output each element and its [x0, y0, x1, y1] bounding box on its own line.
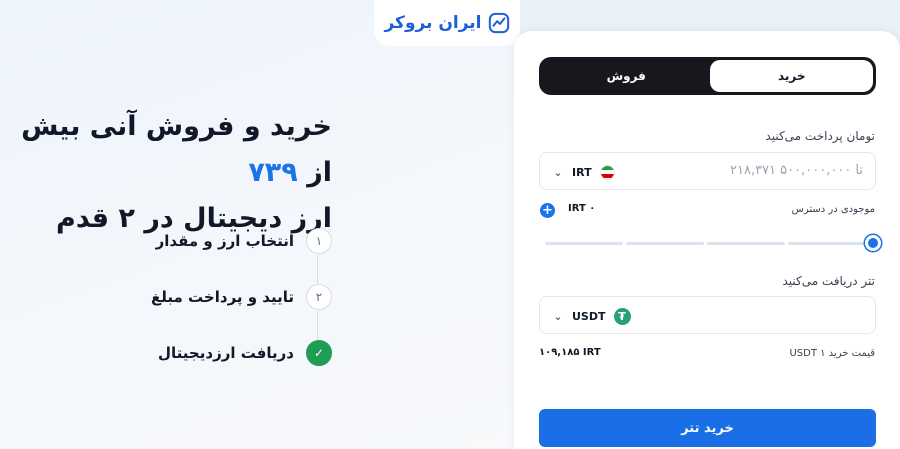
balance-value: IRT ۰ — [568, 203, 596, 214]
slider-handle[interactable] — [865, 235, 881, 251]
step-item-3: ✓ دریافت ارزدیجیتال — [158, 340, 332, 366]
steps-list: ۱ انتخاب ارز و مقدار ۲ تایید و پرداخت مب… — [150, 228, 340, 368]
slider-segment — [707, 242, 785, 245]
brand-name: ایران بروکر — [384, 13, 482, 33]
pay-currency-select[interactable]: ⌄ IRT — [552, 161, 615, 183]
plus-icon[interactable]: + — [540, 203, 555, 218]
step-connector — [317, 311, 318, 340]
logo[interactable]: ایران بروکر — [374, 0, 520, 46]
hero-title-line1: خرید و فروش آنی بیش از ۷۳۹ — [2, 104, 332, 196]
iran-flag-icon — [599, 164, 615, 180]
receive-amount-field[interactable]: ⌄ USDT ₮ — [539, 296, 876, 334]
receive-currency-select[interactable]: ⌄ USDT ₮ — [552, 305, 631, 327]
price-label: قیمت خرید ۱ USDT — [789, 348, 875, 359]
pay-amount-field[interactable]: ۲۱۸,۳۷۱ تا ۵۰۰,۰۰۰,۰۰۰ ⌄ IRT — [539, 152, 876, 190]
price-value: ۱۰۹,۱۸۵ IRT — [539, 347, 601, 358]
step-number: ۲ — [306, 284, 332, 310]
amount-slider[interactable] — [545, 235, 881, 251]
pay-label: تومان پرداخت می‌کنید — [765, 129, 875, 143]
step-label: دریافت ارزدیجیتال — [158, 344, 294, 362]
step-label: تایید و پرداخت مبلغ — [151, 288, 294, 306]
step-item-1: ۱ انتخاب ارز و مقدار — [156, 228, 332, 254]
slider-segment — [788, 242, 866, 245]
step-item-2: ۲ تایید و پرداخت مبلغ — [151, 284, 332, 310]
step-number: ۱ — [306, 228, 332, 254]
buy-sell-toggle: فروش خرید — [539, 57, 876, 95]
trade-card: فروش خرید تومان پرداخت می‌کنید ۲۱۸,۳۷۱ ت… — [514, 31, 900, 449]
hero-title: خرید و فروش آنی بیش از ۷۳۹ ارز دیجیتال د… — [2, 104, 332, 242]
receive-currency-code: USDT — [572, 309, 606, 323]
chart-trend-icon — [488, 12, 509, 34]
tab-buy[interactable]: خرید — [710, 60, 873, 92]
balance-label: موجودی در دسترس — [791, 204, 875, 215]
slider-segment — [545, 242, 623, 245]
tab-sell[interactable]: فروش — [542, 60, 710, 92]
pay-amount-placeholder: ۲۱۸,۳۷۱ تا ۵۰۰,۰۰۰,۰۰۰ — [730, 163, 863, 178]
chevron-down-icon: ⌄ — [553, 309, 563, 323]
check-icon: ✓ — [306, 340, 332, 366]
step-label: انتخاب ارز و مقدار — [155, 232, 294, 250]
chevron-down-icon: ⌄ — [553, 165, 563, 179]
tether-icon: ₮ — [613, 307, 631, 325]
hero-count: ۷۳۹ — [248, 157, 298, 188]
buy-tether-button[interactable]: خرید تتر — [539, 409, 876, 447]
slider-segment — [626, 242, 704, 245]
receive-label: تتر دریافت می‌کنید — [782, 274, 875, 288]
step-connector — [317, 255, 318, 284]
pay-currency-code: IRT — [572, 165, 592, 179]
